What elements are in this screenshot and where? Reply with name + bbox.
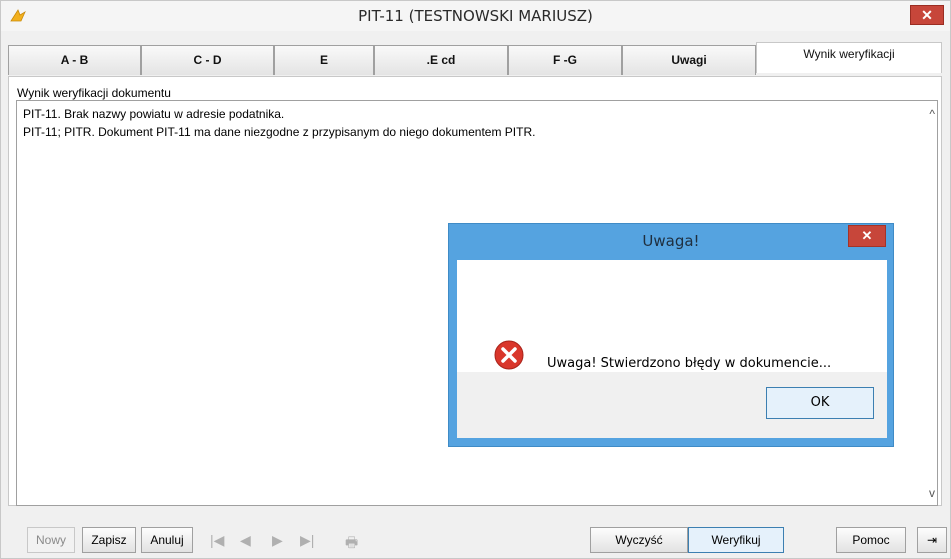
prev-record-icon[interactable]: ◀: [240, 532, 251, 549]
error-icon: [494, 340, 524, 370]
dialog-close-button[interactable]: ✕: [848, 225, 886, 247]
verification-result-label: Wynik weryfikacji dokumentu: [17, 86, 171, 100]
tab-e[interactable]: E: [274, 45, 374, 75]
first-record-icon[interactable]: |◀: [210, 532, 224, 549]
ok-button[interactable]: OK: [766, 387, 874, 419]
help-button[interactable]: Pomoc: [836, 527, 906, 553]
scroll-up-arrow-icon[interactable]: ^: [929, 107, 935, 121]
warning-dialog: Uwaga! ✕ Uwaga! Stwierdzono błędy w doku…: [448, 223, 894, 447]
dialog-body: Uwaga! Stwierdzono błędy w dokumencie...: [457, 260, 887, 372]
window-close-button[interactable]: ✕: [910, 5, 944, 25]
tab-c-d[interactable]: C - D: [141, 45, 274, 75]
scroll-down-arrow-icon[interactable]: v: [929, 486, 935, 500]
title-bar: PIT-11 (TESTNOWSKI MARIUSZ) ✕: [1, 1, 950, 31]
result-line: PIT-11; PITR. Dokument PIT-11 ma dane ni…: [23, 125, 536, 139]
tab-f-g[interactable]: F -G: [508, 45, 622, 75]
print-icon[interactable]: 🖶: [345, 532, 358, 556]
new-button[interactable]: Nowy: [27, 527, 75, 553]
result-line: PIT-11. Brak nazwy powiatu w adresie pod…: [23, 107, 285, 121]
cancel-button[interactable]: Anuluj: [141, 527, 193, 553]
dialog-message: Uwaga! Stwierdzono błędy w dokumencie...: [547, 356, 832, 371]
tab-uwagi[interactable]: Uwagi: [622, 45, 756, 75]
tab-bar: A - B C - D E .E cd F -G Uwagi Wynik wer…: [8, 42, 942, 75]
last-record-icon[interactable]: ▶|: [300, 532, 314, 549]
tab-wynik-weryfikacji[interactable]: Wynik weryfikacji: [756, 42, 942, 73]
tab-a-b[interactable]: A - B: [8, 45, 141, 75]
verify-button[interactable]: Weryfikuj: [688, 527, 784, 553]
exit-icon[interactable]: ⇥: [917, 527, 947, 553]
window-title: PIT-11 (TESTNOWSKI MARIUSZ): [358, 7, 593, 25]
tab-e-cd[interactable]: .E cd: [374, 45, 508, 75]
save-button[interactable]: Zapisz: [82, 527, 136, 553]
next-record-icon[interactable]: ▶: [272, 532, 283, 549]
clear-button[interactable]: Wyczyść: [590, 527, 688, 553]
dialog-title: Uwaga!: [642, 232, 700, 250]
